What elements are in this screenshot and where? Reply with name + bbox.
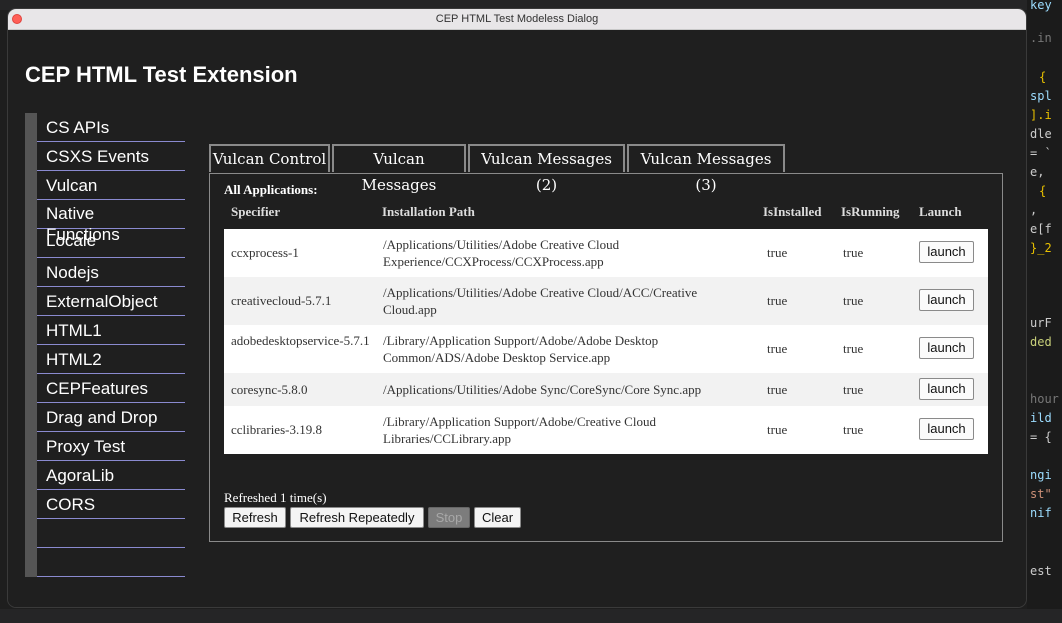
vulcan-control-panel: All Applications: Specifier Installation… bbox=[209, 173, 1003, 542]
column-header-isinstalled: IsInstalled bbox=[763, 204, 822, 219]
column-header-installation-path: Installation Path bbox=[382, 204, 475, 219]
tab-vulcan-messages-3[interactable]: Vulcan Messages (3) bbox=[627, 144, 785, 194]
sidebar-item-locale[interactable]: Locale bbox=[37, 229, 185, 258]
sidebar-item-empty[interactable] bbox=[37, 519, 185, 548]
launch-button[interactable]: launch bbox=[919, 418, 974, 440]
sidebar-item-vulcan[interactable]: Vulcan bbox=[37, 171, 185, 200]
tab-vulcan-control[interactable]: Vulcan Control bbox=[209, 144, 330, 172]
modeless-dialog-window: CEP HTML Test Modeless Dialog CEP HTML T… bbox=[8, 9, 1026, 607]
table-row: adobedesktopservice-5.7.1 /Library/Appli… bbox=[224, 325, 988, 373]
code-line: st" bbox=[1030, 487, 1052, 501]
refresh-button[interactable]: Refresh bbox=[224, 507, 286, 528]
refresh-status-text: Refreshed 1 time(s) bbox=[224, 490, 327, 505]
table-row: coresync-5.8.0 /Applications/Utilities/A… bbox=[224, 373, 988, 406]
refresh-repeatedly-button[interactable]: Refresh Repeatedly bbox=[290, 507, 424, 528]
cell-specifier: creativecloud-5.7.1 bbox=[231, 293, 332, 308]
sidebar-item-label: Native bbox=[46, 204, 95, 223]
page-title: CEP HTML Test Extension bbox=[25, 62, 298, 87]
cell-installed: true bbox=[767, 245, 788, 260]
code-line: = { bbox=[1030, 430, 1052, 444]
code-line: urF bbox=[1030, 316, 1052, 330]
sidebar-nav: CS APIs CSXS Events Vulcan Native Functi… bbox=[25, 113, 185, 577]
background-code-editor: key .in { spl ].i dle = ` e, { , e[f }_2… bbox=[1027, 0, 1062, 623]
cell-specifier: coresync-5.8.0 bbox=[231, 382, 308, 397]
code-line: e[f bbox=[1030, 222, 1052, 236]
sidebar-item-agoralib[interactable]: AgoraLib bbox=[37, 461, 185, 490]
cell-running: true bbox=[843, 422, 864, 437]
code-line: dle bbox=[1030, 127, 1052, 141]
table-row: creativecloud-5.7.1 /Applications/Utilit… bbox=[224, 277, 988, 325]
sidebar-item-native-functions[interactable]: Native Functions bbox=[37, 200, 185, 244]
extension-content: CEP HTML Test Extension CS APIs CSXS Eve… bbox=[8, 30, 1026, 607]
cell-path: /Applications/Utilities/Adobe Sync/CoreS… bbox=[383, 382, 702, 397]
code-line: .in bbox=[1030, 31, 1052, 45]
code-line: { bbox=[1039, 184, 1047, 198]
launch-button[interactable]: launch bbox=[919, 241, 974, 263]
sidebar-item-cs-apis[interactable]: CS APIs bbox=[37, 113, 185, 142]
code-line: spl bbox=[1030, 89, 1052, 103]
cell-specifier: adobedesktopservice-5.7.1 bbox=[231, 333, 370, 348]
window-titlebar[interactable]: CEP HTML Test Modeless Dialog bbox=[8, 9, 1026, 30]
cell-path: /Applications/Utilities/Adobe Creative C… bbox=[383, 285, 698, 317]
cell-path: /Library/Application Support/Adobe/Creat… bbox=[383, 414, 656, 446]
code-line: nif bbox=[1030, 506, 1052, 520]
window-title: CEP HTML Test Modeless Dialog bbox=[435, 13, 599, 25]
cell-running: true bbox=[843, 382, 864, 397]
code-line: est bbox=[1030, 564, 1052, 578]
background-editor-bottom bbox=[0, 609, 1062, 623]
cell-running: true bbox=[843, 341, 864, 356]
section-label: All Applications: bbox=[224, 182, 318, 197]
sidebar-item-html2[interactable]: HTML2 bbox=[37, 345, 185, 374]
column-header-launch: Launch bbox=[919, 204, 962, 219]
cell-path: /Library/Application Support/Adobe/Adobe… bbox=[383, 333, 659, 365]
code-line: { bbox=[1039, 70, 1047, 84]
cell-installed: true bbox=[767, 422, 788, 437]
code-line: hour bbox=[1030, 392, 1059, 406]
launch-button[interactable]: launch bbox=[919, 378, 974, 400]
tab-vulcan-messages-2[interactable]: Vulcan Messages (2) bbox=[468, 144, 625, 194]
code-line: key bbox=[1030, 0, 1052, 12]
code-line: e, bbox=[1030, 165, 1045, 179]
sidebar-item-csxs-events[interactable]: CSXS Events bbox=[37, 142, 185, 171]
code-line: ].i bbox=[1030, 108, 1052, 122]
table-row: ccxprocess-1 /Applications/Utilities/Ado… bbox=[224, 229, 988, 277]
stop-button[interactable]: Stop bbox=[428, 507, 470, 528]
table-header: Specifier Installation Path IsInstalled … bbox=[224, 204, 988, 228]
cell-installed: true bbox=[767, 293, 788, 308]
column-header-isrunning: IsRunning bbox=[841, 204, 900, 219]
code-line: ild bbox=[1030, 411, 1052, 425]
code-line: ded bbox=[1030, 335, 1052, 349]
cell-installed: true bbox=[767, 341, 788, 356]
sidebar-item-externalobject[interactable]: ExternalObject bbox=[37, 287, 185, 316]
close-window-icon[interactable] bbox=[12, 14, 22, 24]
tab-vulcan-messages[interactable]: Vulcan Messages bbox=[332, 144, 466, 194]
cell-running: true bbox=[843, 293, 864, 308]
cell-installed: true bbox=[767, 382, 788, 397]
cell-running: true bbox=[843, 245, 864, 260]
clear-button[interactable]: Clear bbox=[474, 507, 521, 528]
sidebar-item-empty[interactable] bbox=[37, 548, 185, 577]
table-row: cclibraries-3.19.8 /Library/Application … bbox=[224, 406, 988, 454]
code-line: }_2 bbox=[1030, 241, 1052, 255]
sidebar-item-cepfeatures[interactable]: CEPFeatures bbox=[37, 374, 185, 403]
cell-path: /Applications/Utilities/Adobe Creative C… bbox=[383, 237, 620, 269]
column-header-specifier: Specifier bbox=[231, 204, 281, 219]
launch-button[interactable]: launch bbox=[919, 337, 974, 359]
sidebar-item-cors[interactable]: CORS bbox=[37, 490, 185, 519]
sidebar-scroll-indicator bbox=[25, 113, 37, 577]
cell-specifier: ccxprocess-1 bbox=[231, 245, 299, 260]
sidebar-item-html1[interactable]: HTML1 bbox=[37, 316, 185, 345]
code-line: ngi bbox=[1030, 468, 1052, 482]
sidebar-item-nodejs[interactable]: Nodejs bbox=[37, 258, 185, 287]
launch-button[interactable]: launch bbox=[919, 289, 974, 311]
code-line: = ` bbox=[1030, 146, 1052, 160]
code-line: , bbox=[1030, 203, 1038, 217]
cell-specifier: cclibraries-3.19.8 bbox=[231, 422, 322, 437]
sidebar-item-proxy-test[interactable]: Proxy Test bbox=[37, 432, 185, 461]
sidebar-item-drag-and-drop[interactable]: Drag and Drop bbox=[37, 403, 185, 432]
